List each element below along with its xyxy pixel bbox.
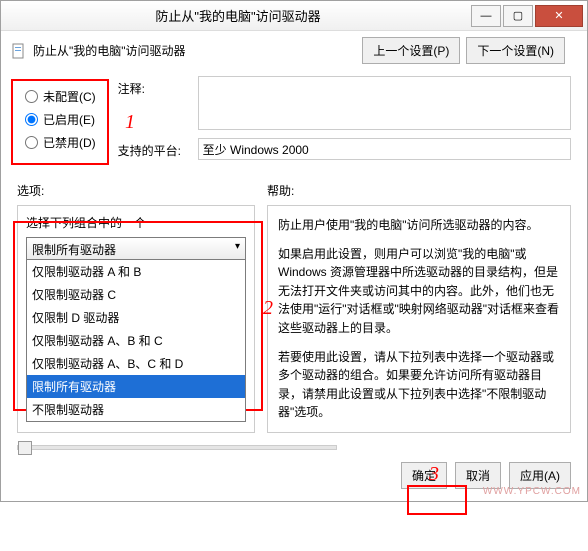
watermark: WWW.YPCW.COM: [483, 486, 581, 497]
comment-row: 注释:: [118, 76, 571, 130]
options-panel: 选择下列组合中的一个 限制所有驱动器 仅限制驱动器 A 和 B 仅限制驱动器 C…: [17, 205, 255, 433]
radio-disabled-label: 已禁用(D): [43, 134, 96, 151]
next-setting-button[interactable]: 下一个设置(N): [466, 37, 565, 64]
radio-unconfigured[interactable]: 未配置(C): [25, 88, 96, 105]
drive-combo-list: 仅限制驱动器 A 和 B 仅限制驱动器 C 仅限制 D 驱动器 仅限制驱动器 A…: [26, 259, 246, 422]
help-panel[interactable]: 防止用户使用"我的电脑"访问所选驱动器的内容。 如果启用此设置，则用户可以浏览"…: [267, 205, 571, 433]
help-text: 注意: 代表指定驱动器的图标仍会出现在"我的电脑"中，但是如果用户双击这些图标，…: [278, 432, 560, 433]
header: 防止从"我的电脑"访问驱动器 上一个设置(P) 下一个设置(N): [1, 31, 587, 70]
nav-buttons: 上一个设置(P) 下一个设置(N): [362, 37, 577, 64]
drive-option[interactable]: 仅限制驱动器 A 和 B: [27, 260, 245, 283]
options-title: 选择下列组合中的一个: [26, 214, 246, 231]
drive-option[interactable]: 限制所有驱动器: [27, 375, 245, 398]
window-controls: — ▢ ✕: [471, 5, 583, 27]
policy-icon: [11, 43, 27, 59]
drive-option[interactable]: 仅限制驱动器 A、B、C 和 D: [27, 352, 245, 375]
help-label: 帮助:: [267, 178, 571, 205]
drive-combo[interactable]: 限制所有驱动器 仅限制驱动器 A 和 B 仅限制驱动器 C 仅限制 D 驱动器 …: [26, 237, 246, 262]
minimize-button[interactable]: —: [471, 5, 501, 27]
radio-disabled[interactable]: 已禁用(D): [25, 134, 96, 151]
prev-setting-button[interactable]: 上一个设置(P): [362, 37, 460, 64]
close-button[interactable]: ✕: [535, 5, 583, 27]
help-text: 如果启用此设置，则用户可以浏览"我的电脑"或 Windows 资源管理器中所选驱…: [278, 245, 560, 338]
drive-option[interactable]: 仅限制驱动器 A、B 和 C: [27, 329, 245, 352]
h-scrollbar[interactable]: [17, 445, 337, 450]
config-area: 未配置(C) 已启用(E) 已禁用(D) 注释: 支持的平台:: [1, 70, 587, 178]
cancel-button[interactable]: 取消: [455, 462, 501, 489]
radio-disabled-input[interactable]: [25, 136, 38, 149]
drive-option[interactable]: 不限制驱动器: [27, 398, 245, 421]
drive-option[interactable]: 仅限制 D 驱动器: [27, 306, 245, 329]
lower-section: 选项: 选择下列组合中的一个 限制所有驱动器 仅限制驱动器 A 和 B 仅限制驱…: [1, 178, 587, 441]
window-title: 防止从"我的电脑"访问驱动器: [5, 6, 471, 25]
radio-unconfigured-input[interactable]: [25, 90, 38, 103]
radio-enabled[interactable]: 已启用(E): [25, 111, 96, 128]
drive-option[interactable]: 仅限制驱动器 C: [27, 283, 245, 306]
ok-button[interactable]: 确定: [401, 462, 447, 489]
maximize-button[interactable]: ▢: [503, 5, 533, 27]
apply-button[interactable]: 应用(A): [509, 462, 571, 489]
fields-column: 注释: 支持的平台:: [118, 76, 571, 168]
radio-unconfigured-label: 未配置(C): [43, 88, 96, 105]
options-column: 选项: 选择下列组合中的一个 限制所有驱动器 仅限制驱动器 A 和 B 仅限制驱…: [17, 178, 255, 433]
platform-label: 支持的平台:: [118, 138, 190, 159]
slider-row: [1, 441, 587, 454]
radio-enabled-input[interactable]: [25, 113, 38, 126]
titlebar: 防止从"我的电脑"访问驱动器 — ▢ ✕: [1, 1, 587, 31]
help-text: 防止用户使用"我的电脑"访问所选驱动器的内容。: [278, 216, 560, 235]
header-subtitle: 防止从"我的电脑"访问驱动器: [33, 42, 186, 59]
platform-value: [198, 138, 571, 160]
options-label: 选项:: [17, 178, 255, 205]
platform-row: 支持的平台:: [118, 138, 571, 160]
dialog-window: 防止从"我的电脑"访问驱动器 — ▢ ✕ 防止从"我的电脑"访问驱动器 上一个设…: [0, 0, 588, 502]
help-column: 帮助: 防止用户使用"我的电脑"访问所选驱动器的内容。 如果启用此设置，则用户可…: [267, 178, 571, 433]
comment-label: 注释:: [118, 76, 190, 97]
state-radio-group: 未配置(C) 已启用(E) 已禁用(D): [17, 76, 104, 168]
h-scrollbar-thumb[interactable]: [18, 441, 32, 455]
radio-enabled-label: 已启用(E): [43, 111, 95, 128]
help-text: 若要使用此设置，请从下拉列表中选择一个驱动器或多个驱动器的组合。如果要允许访问所…: [278, 348, 560, 422]
comment-input[interactable]: [198, 76, 571, 130]
